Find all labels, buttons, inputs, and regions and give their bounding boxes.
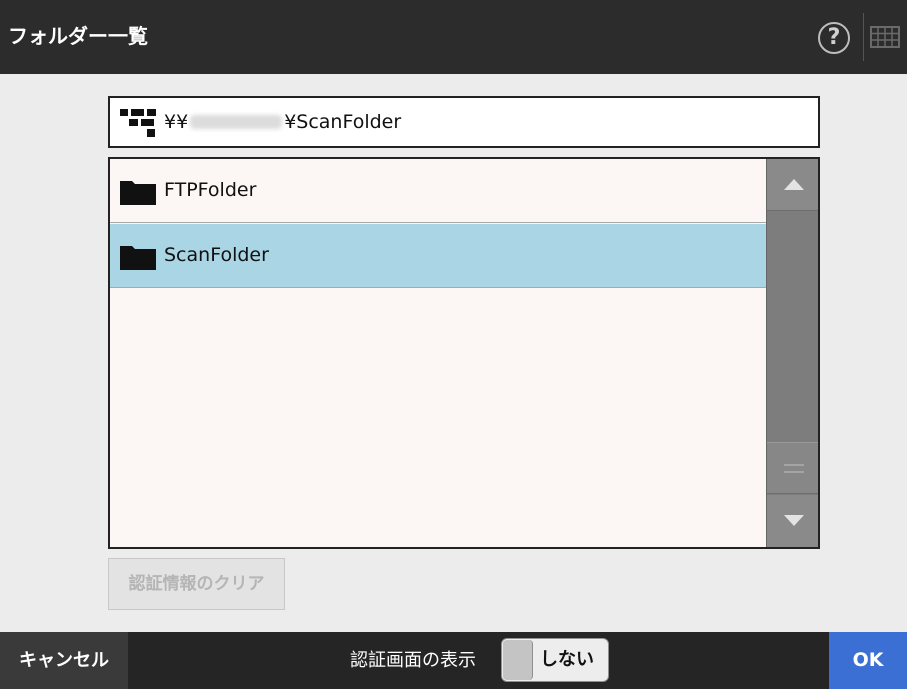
toggle-value: しない xyxy=(540,649,594,670)
auth-display-toggle[interactable]: しない xyxy=(501,638,609,682)
folder-row-ftpfolder[interactable]: FTPFolder xyxy=(110,159,766,223)
keyboard-icon xyxy=(870,26,900,48)
path-text: ¥¥ ¥ScanFolder xyxy=(164,110,401,134)
help-circle-icon: ? xyxy=(827,25,841,50)
title-bar: フォルダー一覧 ? xyxy=(0,0,907,74)
clear-credentials-button[interactable]: 認証情報のクリア xyxy=(108,558,285,610)
path-prefix: ¥¥ xyxy=(164,111,189,133)
page-title: フォルダー一覧 xyxy=(8,24,148,48)
arrow-up-icon xyxy=(784,179,804,190)
scroll-up-button[interactable] xyxy=(767,159,818,211)
grip-icon xyxy=(784,464,804,473)
folder-icon xyxy=(120,181,156,205)
help-button[interactable]: ? xyxy=(818,22,850,54)
scroll-thumb[interactable] xyxy=(767,442,818,494)
ok-button[interactable]: OK xyxy=(829,632,907,689)
folder-list: FTPFolder ScanFolder xyxy=(108,157,820,549)
redacted-host xyxy=(190,115,283,129)
scrollbar[interactable] xyxy=(766,159,818,547)
arrow-down-icon xyxy=(784,515,804,526)
header-divider xyxy=(863,13,864,61)
folder-icon xyxy=(120,246,156,270)
footer-bar: キャンセル 認証画面の表示 しない OK xyxy=(0,632,907,689)
path-suffix: ¥ScanFolder xyxy=(284,111,402,133)
network-icon xyxy=(120,109,156,137)
folder-label: FTPFolder xyxy=(164,179,257,201)
current-path-field: ¥¥ ¥ScanFolder xyxy=(108,96,820,148)
auth-display-label: 認証画面の表示 xyxy=(350,650,476,671)
folder-row-scanfolder[interactable]: ScanFolder xyxy=(110,224,766,288)
scroll-down-button[interactable] xyxy=(767,495,818,547)
keyboard-button[interactable] xyxy=(870,26,900,48)
toggle-knob xyxy=(503,640,533,680)
cancel-button[interactable]: キャンセル xyxy=(0,632,128,689)
folder-label: ScanFolder xyxy=(164,244,269,266)
